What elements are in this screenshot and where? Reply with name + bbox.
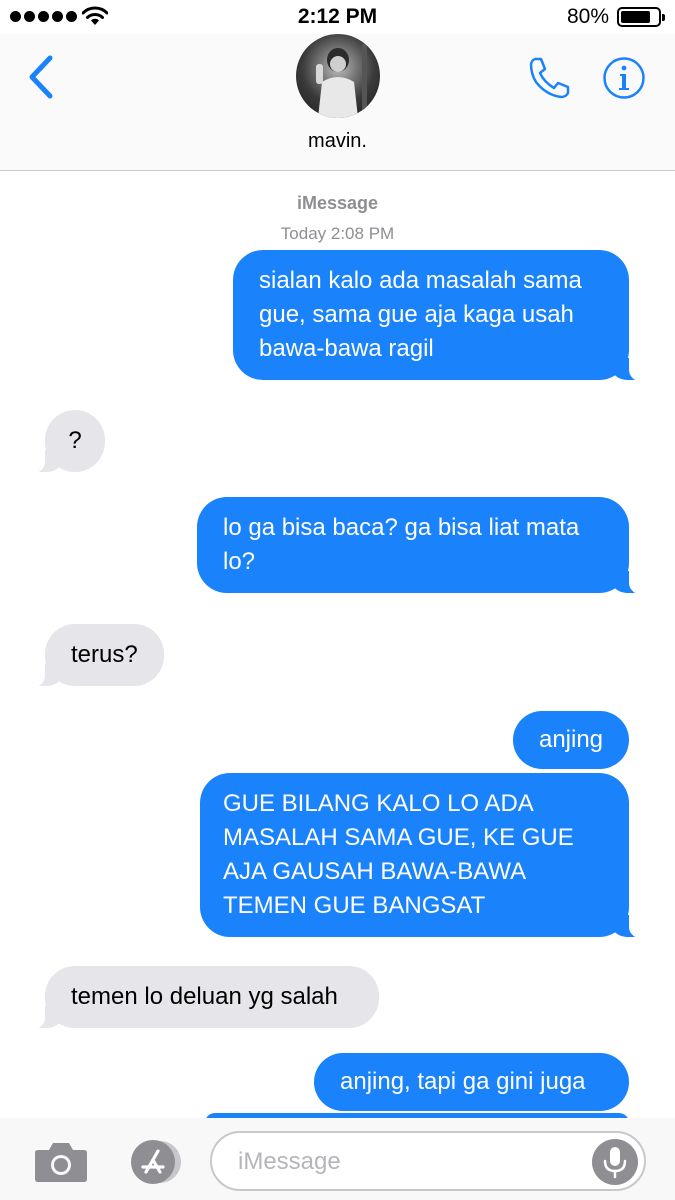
- app-store-icon[interactable]: [122, 1139, 184, 1185]
- message-text: ?: [68, 427, 82, 454]
- message-text: terus?: [71, 641, 138, 668]
- microphone-icon[interactable]: [592, 1139, 638, 1185]
- contact-name[interactable]: mavin.: [0, 130, 675, 153]
- conversation-header: mavin.: [0, 34, 675, 171]
- avatar[interactable]: [296, 34, 380, 118]
- message-text: GUE BILANG KALO LO ADA MASALAH SAMA GUE,…: [223, 790, 574, 919]
- message-outgoing[interactable]: anjing: [513, 711, 629, 769]
- message-outgoing[interactable]: GUE BILANG KALO LO ADA MASALAH SAMA GUE,…: [200, 773, 651, 939]
- message-text: anjing: [538, 726, 604, 753]
- message-text: lo ga bisa baca? ga bisa liat mata lo?: [223, 514, 580, 575]
- status-bar: 2:12 PM 80%: [0, 0, 675, 34]
- message-text: anjing, tapi ga gini juga: [340, 1068, 586, 1095]
- message-text: sialan kalo ada masalah sama gue, sama g…: [259, 267, 582, 362]
- conversation-timestamp: Today 2:08 PM: [280, 224, 395, 243]
- info-icon[interactable]: [602, 56, 646, 100]
- message-incoming[interactable]: temen lo deluan yg salah: [23, 966, 379, 1030]
- battery-percent: 80%: [566, 5, 609, 28]
- message-outgoing[interactable]: lo ga bisa baca? ga bisa liat mata lo?: [197, 497, 651, 595]
- message-outgoing[interactable]: sialan kalo ada masalah sama gue, sama g…: [233, 250, 651, 382]
- message-text: temen lo deluan yg salah: [71, 983, 338, 1010]
- chevron-left-icon[interactable]: [22, 52, 62, 102]
- message-incoming[interactable]: ?: [23, 410, 105, 474]
- service-label: iMessage: [296, 193, 379, 213]
- camera-icon[interactable]: [34, 1138, 88, 1184]
- battery-icon: [617, 7, 665, 27]
- message-input[interactable]: [238, 1145, 598, 1179]
- message-outgoing[interactable]: anjing, tapi ga gini juga: [314, 1053, 629, 1111]
- avatar-photo: [316, 44, 367, 118]
- phone-icon[interactable]: [526, 54, 574, 102]
- message-input-container: [210, 1131, 646, 1191]
- message-incoming[interactable]: terus?: [23, 624, 164, 688]
